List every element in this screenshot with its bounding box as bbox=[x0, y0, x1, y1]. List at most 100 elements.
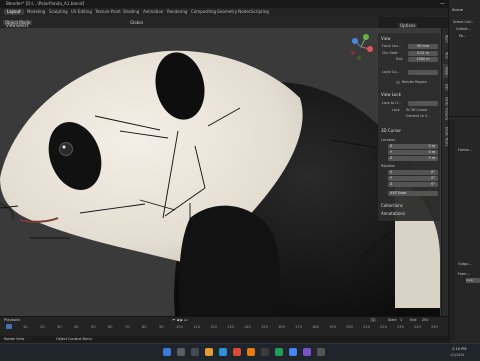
cursor-rotation-z[interactable]: Z 0° bbox=[382, 182, 438, 187]
os-taskbar: 2:10 PM 1/1/2024 bbox=[0, 343, 480, 361]
frame-tick-label: 70 bbox=[125, 325, 130, 329]
app-icon[interactable] bbox=[275, 348, 283, 356]
app-icon[interactable] bbox=[233, 348, 241, 356]
timeline-editor[interactable]: Playback ⏮ ◀ ▶ ⏭ 1 Start 1 End 250 01020… bbox=[0, 316, 448, 337]
status-context-menu: Object Context Menu bbox=[56, 337, 92, 341]
cursor-location-x[interactable]: X0 m bbox=[382, 144, 438, 149]
edge-browser-icon[interactable] bbox=[219, 348, 227, 356]
frame-tick-label: 30 bbox=[57, 325, 62, 329]
start-frame-field[interactable]: 1 bbox=[400, 318, 402, 322]
frame-tick-label: 140 bbox=[244, 325, 251, 329]
start-menu-icon[interactable] bbox=[163, 348, 171, 356]
frame-tick-label: 120 bbox=[210, 325, 217, 329]
file-explorer-icon[interactable] bbox=[205, 348, 213, 356]
cursor-rotation-y[interactable]: Y 0° bbox=[382, 176, 438, 181]
start-frame-label: Start bbox=[388, 318, 397, 322]
render-region-checkbox[interactable]: Render Region bbox=[382, 80, 438, 85]
navigation-gizmo-icon[interactable] bbox=[346, 32, 376, 62]
outliner-item[interactable]: Pa... bbox=[459, 34, 466, 38]
blender-icon[interactable] bbox=[247, 348, 255, 356]
properties-label: Forma... bbox=[458, 148, 472, 152]
view-lock-section-header[interactable]: View Lock bbox=[381, 92, 401, 97]
sidebar-n-panel: View Focal Len... 50 mm Clip Start 0.01 … bbox=[378, 33, 440, 221]
frame-tick-label: 110 bbox=[193, 325, 200, 329]
pane-divider bbox=[449, 116, 480, 117]
frame-tick-label: 180 bbox=[312, 325, 319, 329]
minimize-button[interactable]: — bbox=[440, 1, 445, 7]
frame-tick-label: 10 bbox=[23, 325, 28, 329]
location-label: Location bbox=[381, 138, 396, 142]
clip-start-field[interactable]: Clip Start 0.01 m bbox=[382, 51, 438, 56]
frame-tick-label: 50 bbox=[91, 325, 96, 329]
playback-controls-icon[interactable]: ⏮ ◀ ▶ ⏭ bbox=[172, 318, 187, 322]
playhead[interactable] bbox=[6, 324, 12, 329]
lock-to-object-field[interactable]: Lock to O... bbox=[382, 101, 438, 106]
rotation-mode-dropdown[interactable]: XYZ Euler bbox=[382, 191, 438, 196]
camera-to-view-checkbox[interactable]: Camera to V... bbox=[382, 114, 438, 119]
chrome-icon[interactable] bbox=[289, 348, 297, 356]
frame-tick-label: 230 bbox=[397, 325, 404, 329]
menu-playback[interactable]: Playback bbox=[4, 318, 20, 322]
checkbox-icon[interactable] bbox=[396, 80, 400, 84]
view-section-header[interactable]: View bbox=[381, 36, 391, 41]
app-icon[interactable] bbox=[317, 348, 325, 356]
tab-scripting[interactable]: Scripting bbox=[248, 9, 272, 15]
end-frame-field[interactable]: 250 bbox=[422, 318, 428, 322]
clock-time[interactable]: 2:10 PM bbox=[452, 347, 466, 351]
frame-tick-label: 80 bbox=[142, 325, 147, 329]
viewport-header: Object Mode View Select Global Options bbox=[0, 17, 418, 28]
cursor-location-z[interactable]: Z0 m bbox=[382, 156, 438, 161]
frame-tick-label: 130 bbox=[227, 325, 234, 329]
frame-tick-label: 240 bbox=[414, 325, 421, 329]
cursor-rotation-x[interactable]: X 0° bbox=[382, 170, 438, 175]
frame-tick-label: 200 bbox=[346, 325, 353, 329]
app-icon[interactable] bbox=[303, 348, 311, 356]
local-camera-field[interactable]: Local Ca... bbox=[382, 70, 438, 75]
frame-tick-label: 150 bbox=[261, 325, 268, 329]
tab-uv-editing[interactable]: UV Editing bbox=[68, 9, 95, 15]
frame-tick-label: 190 bbox=[329, 325, 336, 329]
lock-to-3d-cursor-checkbox[interactable]: Lock To 3D Cursor bbox=[382, 108, 438, 113]
properties-label: Fram... bbox=[458, 272, 470, 276]
status-rotate-view: Rotate View bbox=[4, 337, 25, 341]
rotation-label: Rotation bbox=[381, 164, 396, 168]
collections-section-header[interactable]: Collections bbox=[381, 203, 403, 208]
clock-date[interactable]: 1/1/2024 bbox=[450, 353, 464, 357]
search-icon[interactable] bbox=[177, 348, 185, 356]
tab-animation[interactable]: Animation bbox=[140, 9, 166, 15]
task-view-icon[interactable] bbox=[191, 348, 199, 356]
frame-tick-label: 250 bbox=[431, 325, 438, 329]
tab-sculpting[interactable]: Sculpting bbox=[46, 9, 71, 15]
end-frame-label: End bbox=[410, 318, 417, 322]
current-frame-field[interactable]: 1 bbox=[370, 318, 377, 322]
outliner-item[interactable]: Collect... bbox=[456, 27, 471, 31]
properties-tabs[interactable] bbox=[449, 120, 455, 340]
clip-end-field[interactable]: End 1000 m bbox=[382, 57, 438, 62]
outliner-item[interactable]: Scene Coll... bbox=[453, 20, 474, 24]
outliner-title: Scene bbox=[452, 8, 463, 12]
focal-length-field[interactable]: Focal Len... 50 mm bbox=[382, 44, 438, 49]
frame-tick-label: 170 bbox=[295, 325, 302, 329]
tab-modeling[interactable]: Modeling bbox=[24, 9, 48, 15]
frame-tick-label: 160 bbox=[278, 325, 285, 329]
frame-tick-label: 220 bbox=[380, 325, 387, 329]
frame-tick-label: 90 bbox=[159, 325, 164, 329]
tab-shading[interactable]: Shading bbox=[120, 9, 142, 15]
frame-tick-label: 210 bbox=[363, 325, 370, 329]
workspace-tabs: Layout Modeling Sculpting UV Editing Tex… bbox=[0, 8, 480, 17]
invert-field[interactable]: Inver bbox=[466, 278, 480, 283]
frame-tick-label: 40 bbox=[74, 325, 79, 329]
window-title: Blender* [D:\...\PolarPanda_A1.blend] bbox=[6, 1, 85, 6]
window-titlebar: Blender* [D:\...\PolarPanda_A1.blend] — … bbox=[0, 0, 480, 8]
3d-cursor-section-header[interactable]: 3D Cursor bbox=[381, 128, 401, 133]
frame-tick-label: 100 bbox=[176, 325, 183, 329]
annotations-section-header[interactable]: Annotations bbox=[381, 211, 405, 216]
cursor-location-y[interactable]: Y0 m bbox=[382, 150, 438, 155]
status-bar: Rotate View Object Context Menu bbox=[0, 336, 448, 343]
tab-rendering[interactable]: Rendering bbox=[164, 9, 190, 15]
app-icon[interactable] bbox=[261, 348, 269, 356]
orientation-dropdown[interactable]: Global bbox=[130, 20, 143, 25]
frame-tick-label: 60 bbox=[108, 325, 113, 329]
frame-tick-label: 20 bbox=[40, 325, 45, 329]
tab-layout[interactable]: Layout bbox=[4, 9, 24, 15]
